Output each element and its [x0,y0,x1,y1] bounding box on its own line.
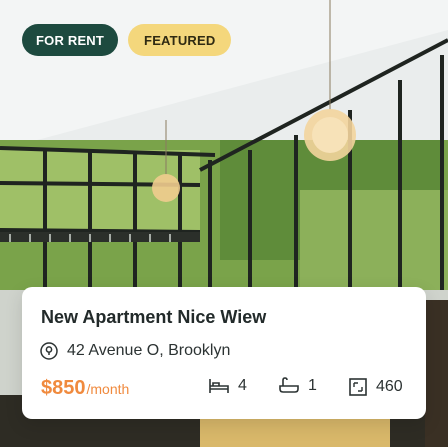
bathtub-icon [279,377,299,393]
location-pin-icon [40,342,58,360]
for-rent-badge: FOR RENT [22,24,119,56]
address-text: 42 Avenue O, Brooklyn [67,342,231,359]
bathrooms-feature: 1 [278,377,317,395]
property-card[interactable]: FOR RENT FEATURED New Apartment Nice Wie… [0,0,448,447]
listing-title[interactable]: New Apartment Nice Wiew [41,307,266,328]
listing-info-panel: New Apartment Nice Wiew 42 Avenue O, Bro… [22,287,426,419]
bed-icon [209,379,229,393]
listing-address: 42 Avenue O, Brooklyn [39,341,230,361]
bathrooms-count: 1 [308,377,317,394]
badge-group: FOR RENT FEATURED [22,24,232,56]
featured-badge: FEATURED [128,24,232,56]
bedrooms-count: 4 [238,377,247,394]
listing-price: $850 /month [41,377,129,400]
area-icon [349,378,367,396]
bedrooms-feature: 4 [208,377,247,395]
price-amount: $850 [41,377,86,399]
area-value: 460 [376,378,403,395]
area-feature: 460 [348,377,403,397]
price-unit: /month [86,381,130,397]
